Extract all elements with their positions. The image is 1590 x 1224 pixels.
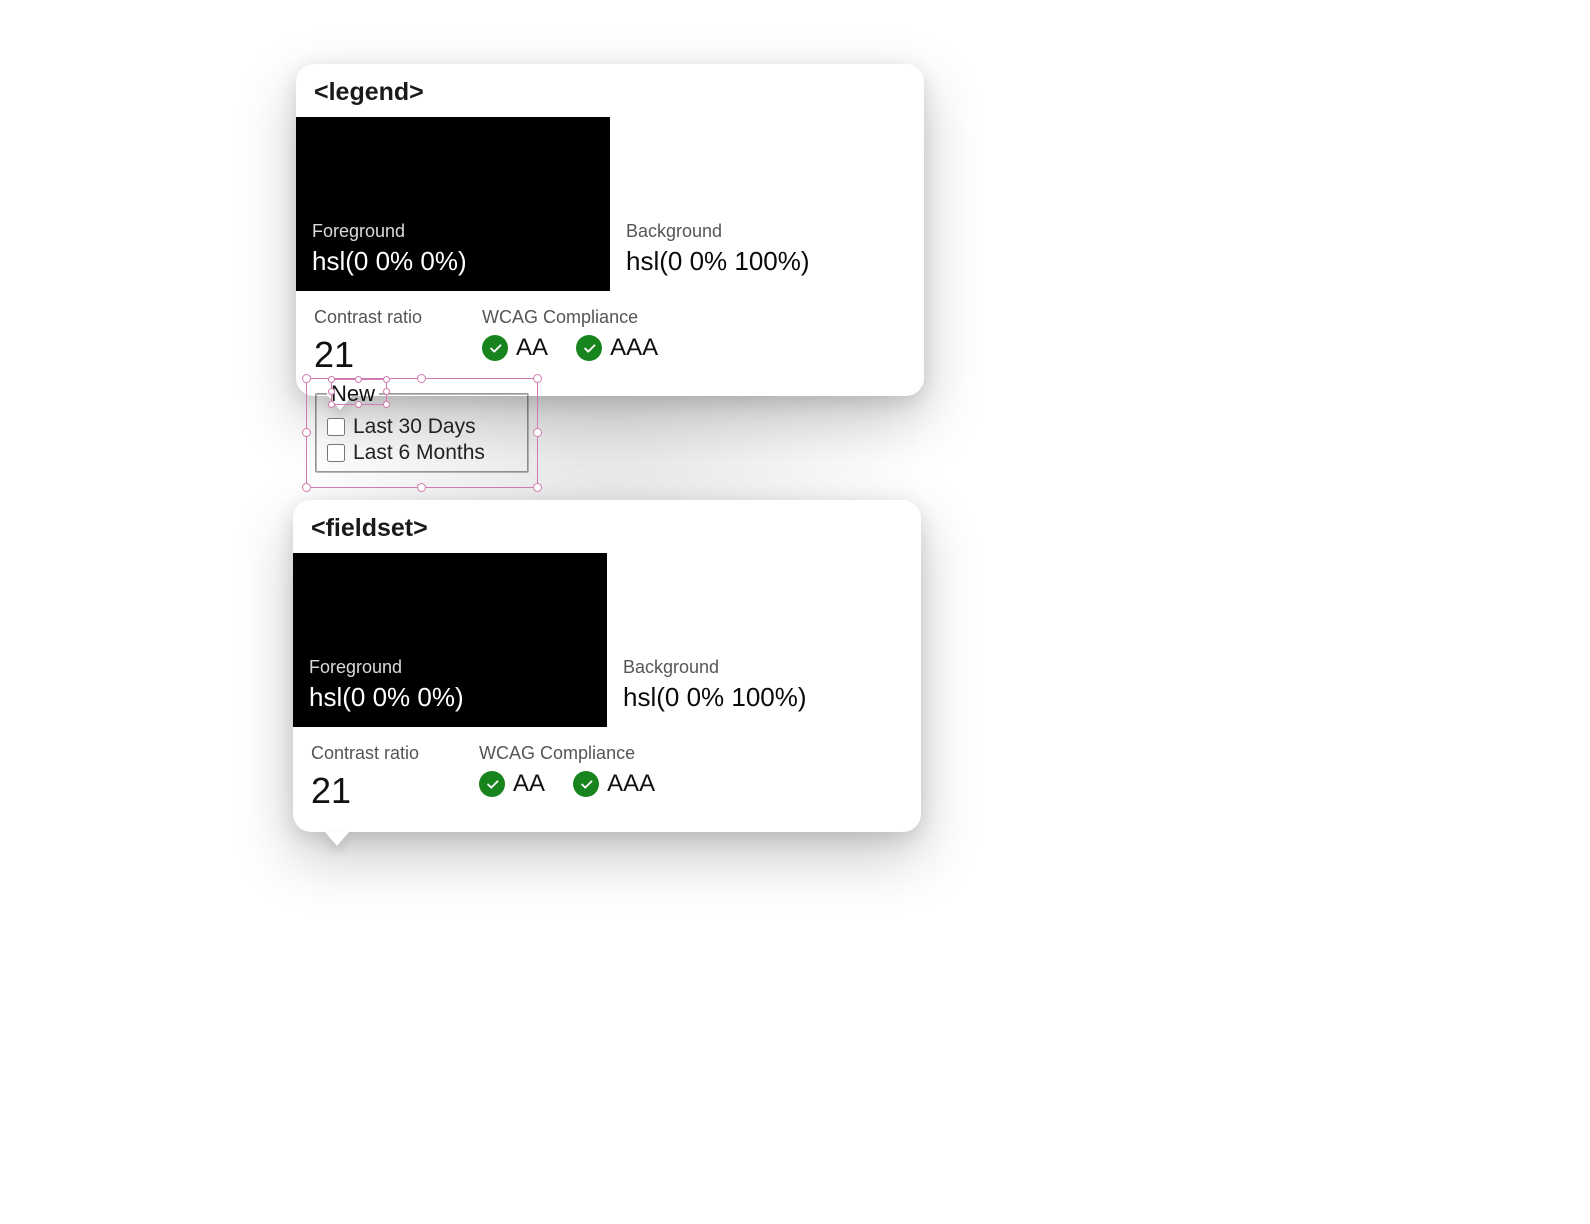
fieldset-element[interactable]: New Last 30 Days Last 6 Months — [315, 381, 529, 473]
background-swatch: Background hsl(0 0% 100%) — [610, 117, 924, 291]
inspected-fieldset[interactable]: New Last 30 Days Last 6 Months — [306, 378, 538, 488]
foreground-value: hsl(0 0% 0%) — [312, 246, 594, 277]
wcag-label: WCAG Compliance — [482, 307, 658, 328]
contrast-ratio-block: Contrast ratio 21 — [311, 743, 419, 812]
checkbox-last-6-months[interactable] — [327, 444, 345, 462]
resize-handle-icon[interactable] — [302, 428, 311, 437]
foreground-label: Foreground — [309, 657, 591, 678]
resize-handle-icon[interactable] — [302, 374, 311, 383]
check-circle-icon — [573, 771, 599, 797]
checkbox-row[interactable]: Last 30 Days — [327, 415, 517, 439]
legend-contrast-card: <legend> Foreground hsl(0 0% 0%) Backgro… — [296, 64, 924, 396]
foreground-swatch: Foreground hsl(0 0% 0%) — [296, 117, 610, 291]
wcag-aaa-text: AAA — [610, 334, 658, 362]
check-circle-icon — [479, 771, 505, 797]
resize-handle-icon[interactable] — [417, 483, 426, 492]
resize-handle-icon[interactable] — [302, 483, 311, 492]
resize-handle-icon[interactable] — [533, 428, 542, 437]
wcag-aa-badge: AA — [479, 770, 545, 798]
wcag-aaa-text: AAA — [607, 770, 655, 798]
checkbox-label: Last 6 Months — [353, 441, 485, 465]
legend-element[interactable]: New — [327, 381, 379, 407]
background-swatch: Background hsl(0 0% 100%) — [607, 553, 921, 727]
wcag-block: WCAG Compliance AA AAA — [482, 307, 658, 376]
wcag-aaa-badge: AAA — [573, 770, 655, 798]
background-label: Background — [626, 221, 908, 242]
background-label: Background — [623, 657, 905, 678]
card-title: <fieldset> — [293, 500, 921, 553]
background-value: hsl(0 0% 100%) — [623, 682, 905, 713]
selection-outline[interactable]: New Last 30 Days Last 6 Months — [306, 378, 538, 488]
wcag-aa-badge: AA — [482, 334, 548, 362]
wcag-aaa-badge: AAA — [576, 334, 658, 362]
check-circle-icon — [482, 335, 508, 361]
foreground-value: hsl(0 0% 0%) — [309, 682, 591, 713]
resize-handle-icon[interactable] — [533, 374, 542, 383]
checkbox-row[interactable]: Last 6 Months — [327, 441, 517, 465]
check-circle-icon — [576, 335, 602, 361]
wcag-aa-text: AA — [516, 334, 548, 362]
foreground-swatch: Foreground hsl(0 0% 0%) — [293, 553, 607, 727]
wcag-aa-text: AA — [513, 770, 545, 798]
card-pointer-arrow — [325, 832, 349, 846]
contrast-ratio-value: 21 — [311, 770, 419, 812]
foreground-label: Foreground — [312, 221, 594, 242]
fieldset-contrast-card: <fieldset> Foreground hsl(0 0% 0%) Backg… — [293, 500, 921, 832]
contrast-ratio-value: 21 — [314, 334, 422, 376]
contrast-ratio-label: Contrast ratio — [311, 743, 419, 764]
wcag-label: WCAG Compliance — [479, 743, 655, 764]
checkbox-label: Last 30 Days — [353, 415, 476, 439]
contrast-ratio-block: Contrast ratio 21 — [314, 307, 422, 376]
checkbox-last-30-days[interactable] — [327, 418, 345, 436]
wcag-block: WCAG Compliance AA AAA — [479, 743, 655, 812]
contrast-ratio-label: Contrast ratio — [314, 307, 422, 328]
resize-handle-icon[interactable] — [533, 483, 542, 492]
card-title: <legend> — [296, 64, 924, 117]
background-value: hsl(0 0% 100%) — [626, 246, 908, 277]
